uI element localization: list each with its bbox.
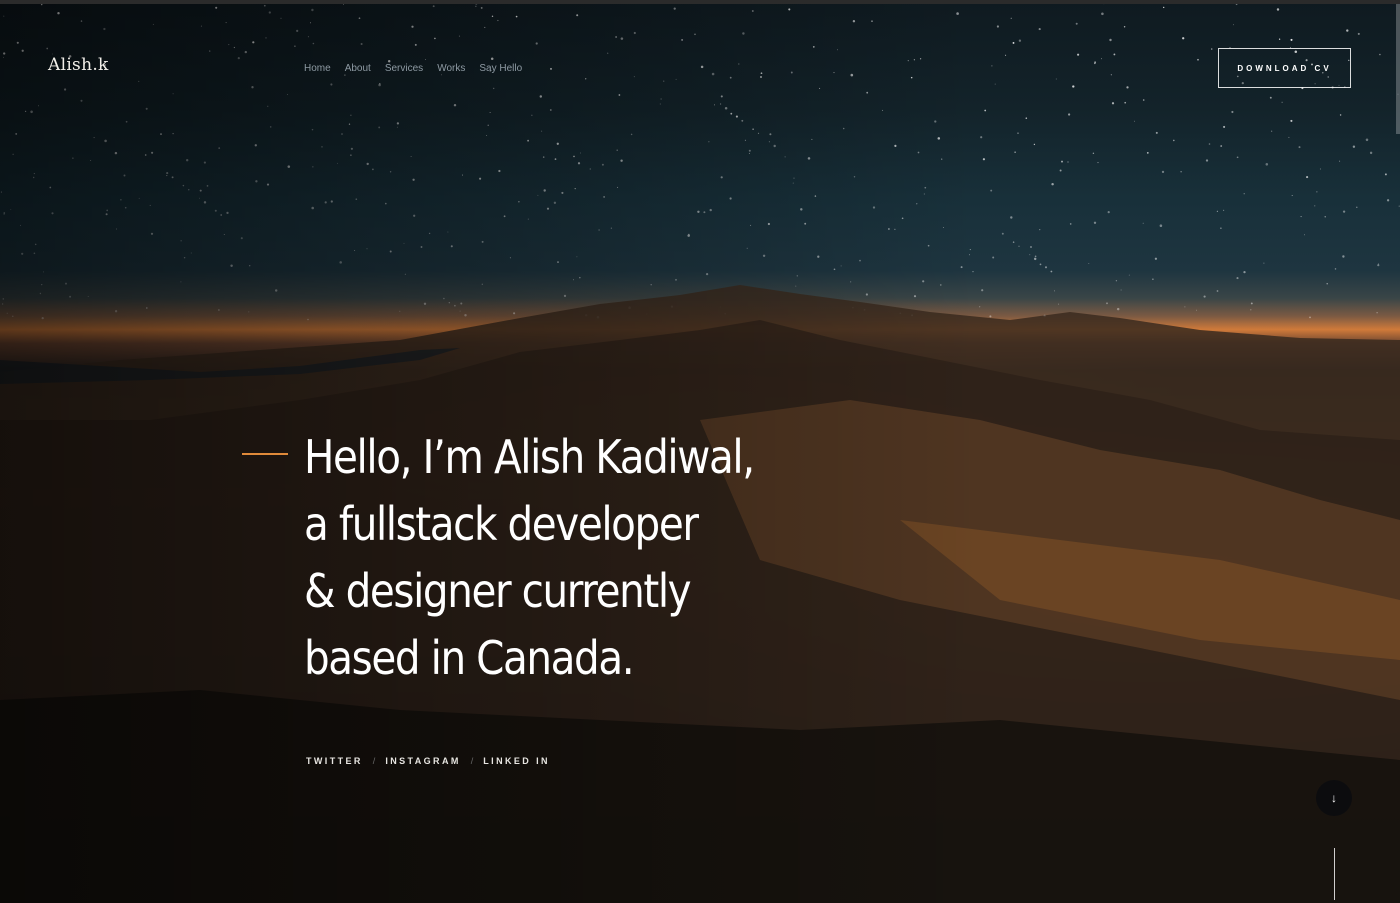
scroll-indicator-line [1334, 848, 1335, 900]
social-link-linkedin[interactable]: LINKED IN [483, 756, 550, 766]
arrow-down-icon: ↓ [1331, 791, 1337, 805]
social-links: TWITTER / INSTAGRAM / LINKED IN [306, 756, 550, 766]
hero-section: Alish.k Home About Services Works Say He… [0, 0, 1400, 903]
nav-item-say-hello[interactable]: Say Hello [479, 63, 522, 74]
scroll-down-button[interactable]: ↓ [1316, 780, 1352, 816]
main-nav: Home About Services Works Say Hello [304, 63, 522, 74]
headline-line: based in Canada. [304, 631, 635, 685]
starfield-background [0, 0, 1400, 321]
scrollbar-track[interactable] [1396, 4, 1400, 134]
nav-item-works[interactable]: Works [437, 63, 465, 74]
social-link-twitter[interactable]: TWITTER [306, 756, 363, 766]
hero-headline: Hello, I’m Alish Kadiwal, a fullstack de… [304, 424, 755, 692]
site-logo[interactable]: Alish.k [48, 55, 109, 75]
nav-item-services[interactable]: Services [385, 63, 423, 74]
nav-item-about[interactable]: About [345, 63, 371, 74]
headline-line: a fullstack developer [304, 497, 699, 551]
download-cv-button[interactable]: DOWNLOAD CV [1218, 48, 1351, 88]
headline-line: & designer currently [304, 564, 692, 618]
browser-top-edge [0, 0, 1400, 4]
social-link-instagram[interactable]: INSTAGRAM [385, 756, 460, 766]
social-separator: / [470, 756, 474, 766]
headline-line: Hello, I’m Alish Kadiwal, [304, 430, 755, 484]
accent-line [242, 453, 288, 455]
nav-item-home[interactable]: Home [304, 63, 331, 74]
social-separator: / [372, 756, 376, 766]
